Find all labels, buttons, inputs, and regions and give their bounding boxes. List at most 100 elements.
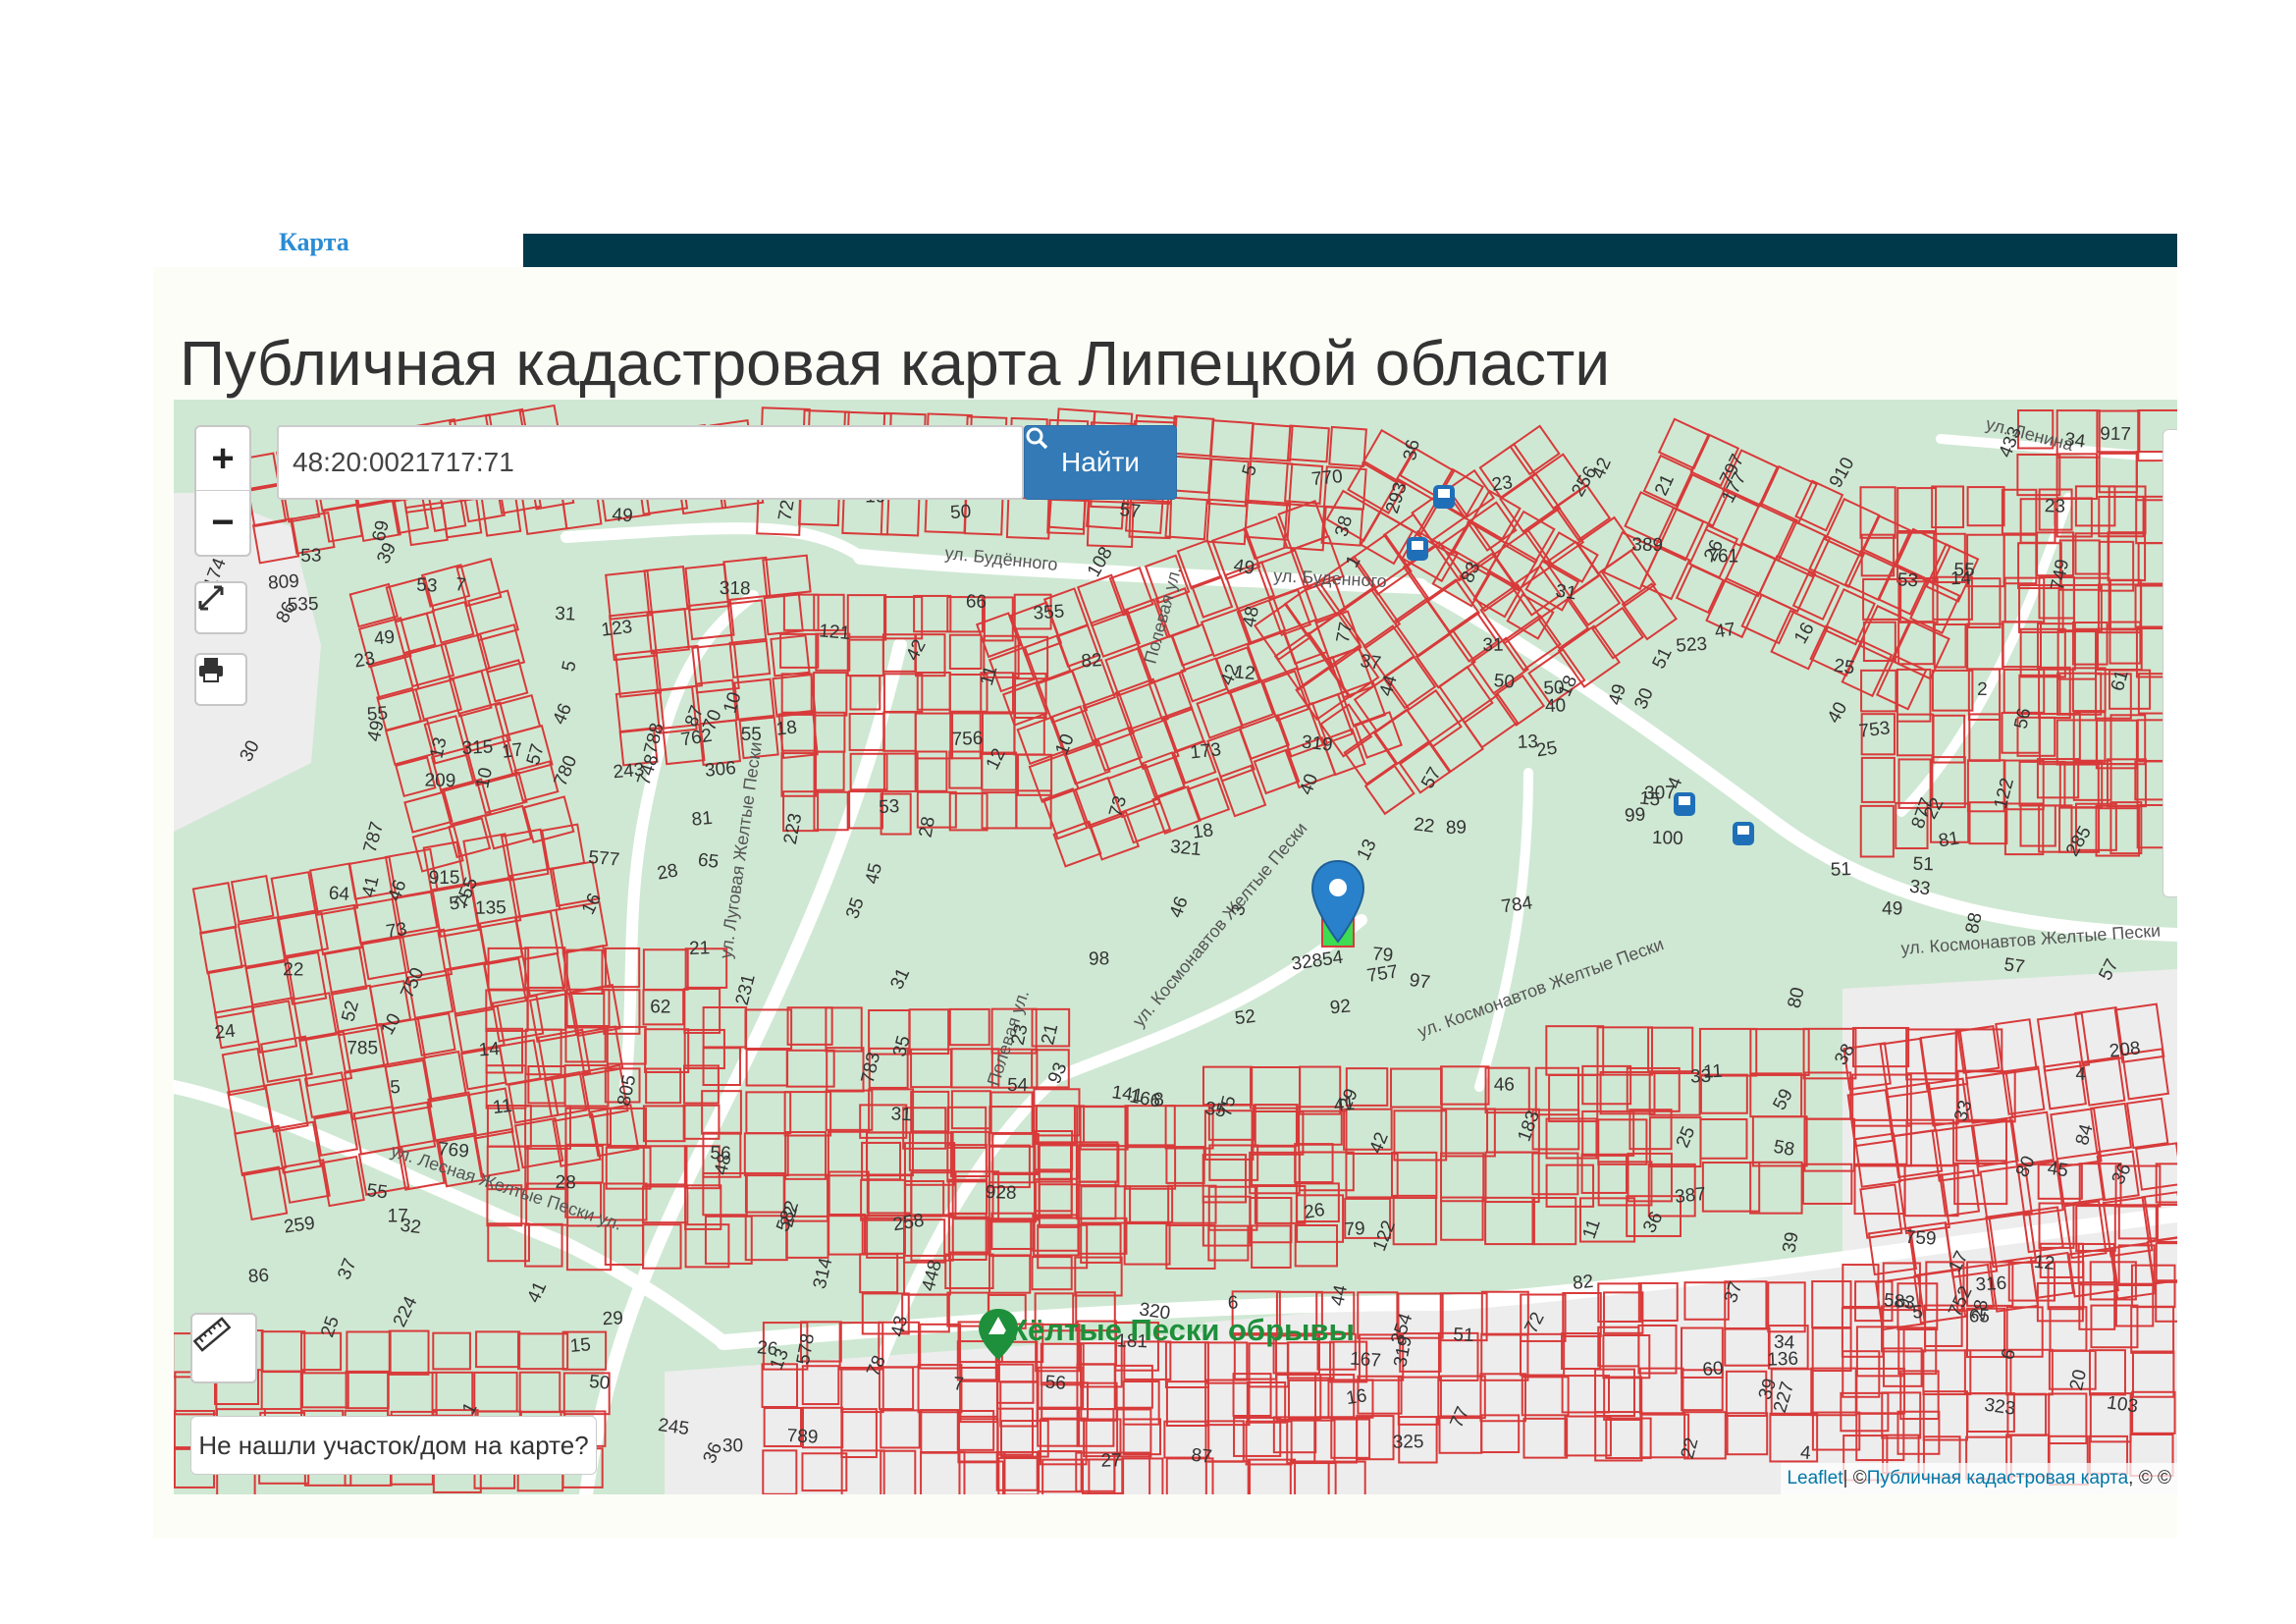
parcel-number: 15 bbox=[569, 1334, 592, 1357]
parcel-number: 12 bbox=[2033, 1252, 2056, 1274]
parcel-number: 784 bbox=[1500, 893, 1534, 917]
parcel-number: 910 bbox=[1826, 455, 1859, 492]
parcel bbox=[242, 1165, 289, 1221]
search-input[interactable] bbox=[277, 425, 1024, 500]
parcel bbox=[1542, 531, 1599, 583]
parcel bbox=[645, 1067, 682, 1105]
parcel-number: 53 bbox=[1896, 569, 1918, 591]
bus-stop-icon bbox=[1733, 822, 1754, 845]
parcel bbox=[1165, 1223, 1216, 1271]
parcel-number: 53 bbox=[416, 575, 438, 597]
parcel-number: 928 bbox=[985, 1182, 1016, 1204]
parcel-number: 307 bbox=[1644, 783, 1676, 804]
parcel bbox=[1484, 1151, 1540, 1204]
parcel-number: 16 bbox=[1345, 1385, 1368, 1409]
parcel-number: 25 bbox=[1535, 737, 1559, 761]
parcel bbox=[387, 1371, 438, 1417]
not-found-button[interactable]: Не нашли участок/дом на карте? bbox=[190, 1416, 597, 1475]
parcel-number: 389 bbox=[1631, 535, 1663, 557]
parcel bbox=[1052, 820, 1102, 868]
parcel-number: 62 bbox=[650, 998, 670, 1018]
parcel bbox=[564, 1107, 613, 1146]
parcel-number: 5 bbox=[559, 659, 581, 674]
parcel bbox=[473, 1371, 518, 1413]
parcel-number: 293 bbox=[1382, 480, 1412, 516]
parcel-number: 21 bbox=[1651, 471, 1679, 499]
right-panel-edge[interactable] bbox=[2163, 429, 2177, 897]
parcel-number: 22 bbox=[283, 959, 304, 980]
parcel-number: 583 bbox=[1883, 1290, 1916, 1314]
parcel bbox=[1567, 573, 1622, 626]
parcel bbox=[684, 1223, 730, 1269]
parcel bbox=[1647, 1026, 1694, 1073]
poi-label: Жёлтые Пески обрывы bbox=[1000, 1313, 1356, 1347]
parcel bbox=[1545, 1164, 1595, 1208]
parcel-number: 245 bbox=[657, 1415, 690, 1439]
attribution-separator: | © bbox=[1842, 1468, 1867, 1489]
parcel bbox=[494, 693, 542, 737]
parcel bbox=[516, 1332, 569, 1371]
parcel-number: 82 bbox=[1081, 650, 1103, 672]
parcel bbox=[1034, 1130, 1074, 1171]
source-link[interactable]: Публичная кадастровая карта bbox=[1867, 1468, 2128, 1489]
parcel bbox=[702, 1171, 748, 1217]
parcel-number: 231 bbox=[732, 972, 760, 1007]
parcel-number: 789 bbox=[786, 1426, 819, 1448]
zoom-out-button[interactable]: − bbox=[196, 491, 249, 554]
parcel-number: 23 bbox=[352, 648, 376, 672]
print-icon bbox=[199, 658, 223, 682]
bus-stop-icon bbox=[1433, 485, 1455, 509]
parcel-number: 50 bbox=[949, 502, 972, 523]
parcel bbox=[1393, 599, 1452, 658]
parcel-number: 34 bbox=[2063, 429, 2087, 453]
parcel bbox=[744, 1171, 785, 1214]
parcel bbox=[1862, 514, 1912, 567]
parcel bbox=[644, 1028, 690, 1074]
search-button[interactable]: Найти bbox=[1024, 425, 1177, 500]
map[interactable]: ул. Будённого ул. Буденного Полевая ул. … bbox=[174, 400, 2177, 1494]
parcel bbox=[1294, 1143, 1334, 1184]
parcel bbox=[913, 594, 952, 633]
parcel-number: 56 bbox=[1044, 1372, 1067, 1393]
parcel-number: 50 bbox=[1543, 677, 1565, 699]
print-button[interactable] bbox=[194, 653, 247, 706]
parcel-number: 72 bbox=[774, 499, 798, 522]
parcel-number: 314 bbox=[810, 1256, 837, 1291]
parcel-number: 750 bbox=[397, 964, 428, 1001]
parcel-number: 79 bbox=[1344, 1218, 1366, 1240]
parcel bbox=[1251, 1224, 1292, 1269]
parcel-number: 59 bbox=[1769, 1086, 1796, 1114]
parcel-number: 32854 bbox=[1290, 947, 1345, 975]
parcel bbox=[432, 1331, 471, 1371]
parcel bbox=[780, 673, 813, 714]
parcel-number: 122 bbox=[1991, 776, 2018, 811]
page-title: Публичная кадастровая карта Липецкой обл… bbox=[180, 327, 1611, 399]
parcel-number: 49 bbox=[612, 505, 634, 526]
parcel bbox=[388, 1329, 430, 1376]
parcel-number: 79 bbox=[1371, 944, 1394, 966]
fullscreen-button[interactable] bbox=[194, 581, 247, 634]
parcel bbox=[260, 1330, 306, 1373]
zoom-in-button[interactable]: + bbox=[196, 427, 249, 491]
parcel bbox=[1038, 1183, 1080, 1228]
parcel bbox=[485, 989, 529, 1032]
parcel-number: 47 bbox=[1713, 620, 1736, 643]
parcel bbox=[270, 871, 317, 919]
parcel-number: 316 bbox=[1975, 1273, 2007, 1296]
parcel-number: 64 bbox=[328, 883, 350, 904]
parcel bbox=[642, 948, 689, 991]
parcel bbox=[988, 1255, 1032, 1294]
parcel-number: 31 bbox=[555, 604, 576, 625]
parcel bbox=[1078, 1143, 1120, 1187]
parcel bbox=[784, 1131, 828, 1180]
leaflet-link[interactable]: Leaflet bbox=[1787, 1468, 1842, 1489]
parcel-number: 42 bbox=[902, 636, 930, 665]
parcel-number: 577 bbox=[588, 847, 620, 871]
parcel-number: 13 bbox=[426, 735, 451, 760]
ruler-button[interactable] bbox=[190, 1313, 257, 1383]
parcel-number: 82 bbox=[1572, 1272, 1594, 1294]
nav-map-link[interactable]: Карта bbox=[279, 228, 349, 257]
parcel bbox=[2109, 714, 2147, 766]
parcel-number: 306 bbox=[704, 758, 736, 782]
parcel bbox=[1859, 486, 1896, 539]
